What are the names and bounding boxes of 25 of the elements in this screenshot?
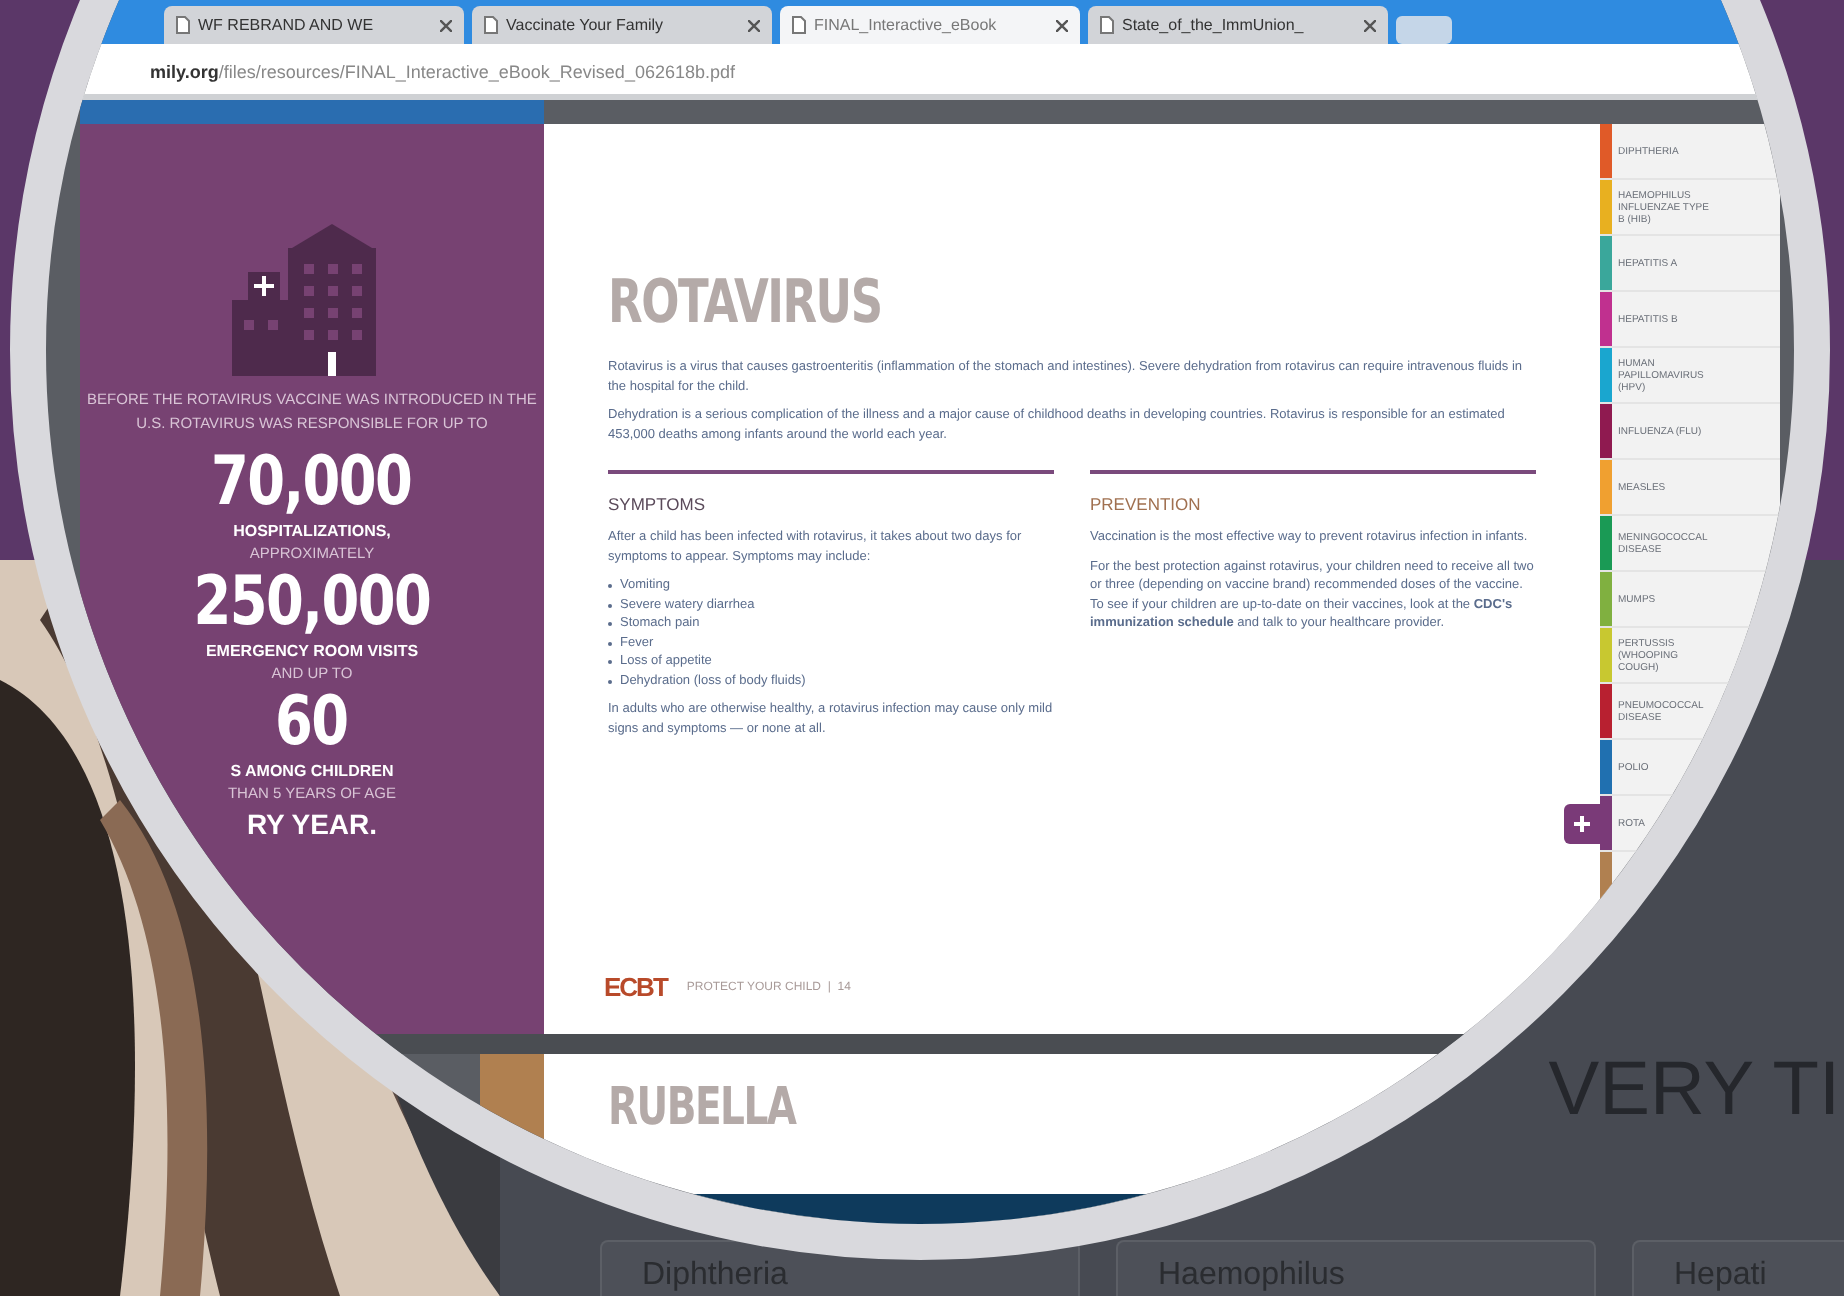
logo: ECBT (604, 972, 667, 1002)
page-icon (176, 16, 190, 34)
browser-tab[interactable]: WF REBRAND AND WE (164, 6, 464, 44)
browser-tab[interactable]: State_of_the_ImmUnion_ (1088, 6, 1388, 44)
stat-text: 250,000 (193, 564, 431, 640)
stat-text: 60 (275, 684, 349, 760)
stat-text: 70,000 (211, 444, 413, 520)
page-icon (484, 16, 498, 34)
browser-tab[interactable]: Vaccinate Your Family (472, 6, 772, 44)
close-icon[interactable] (440, 19, 452, 31)
section-heading: PREVENTION (1090, 494, 1203, 514)
stat-text: S AMONG CHILDREN (230, 760, 394, 782)
page-title: ROTAVIRUS (608, 268, 884, 338)
section-heading: SYMPTOMS (608, 494, 707, 514)
stat-text: RY YEAR. (246, 806, 378, 844)
plus-button[interactable] (1564, 804, 1600, 844)
browser-tab[interactable]: FINAL_Interactive_eBook (780, 6, 1080, 44)
close-icon[interactable] (748, 19, 760, 31)
stat-text: HOSPITALIZATIONS, (233, 520, 391, 542)
page-icon (1100, 16, 1114, 34)
page-icon (792, 16, 806, 34)
close-icon[interactable] (1056, 19, 1068, 31)
close-icon[interactable] (1364, 19, 1376, 31)
page-title: RUBELLA (608, 1082, 799, 1134)
stat-text: EMERGENCY ROOM VISITS (205, 640, 419, 662)
